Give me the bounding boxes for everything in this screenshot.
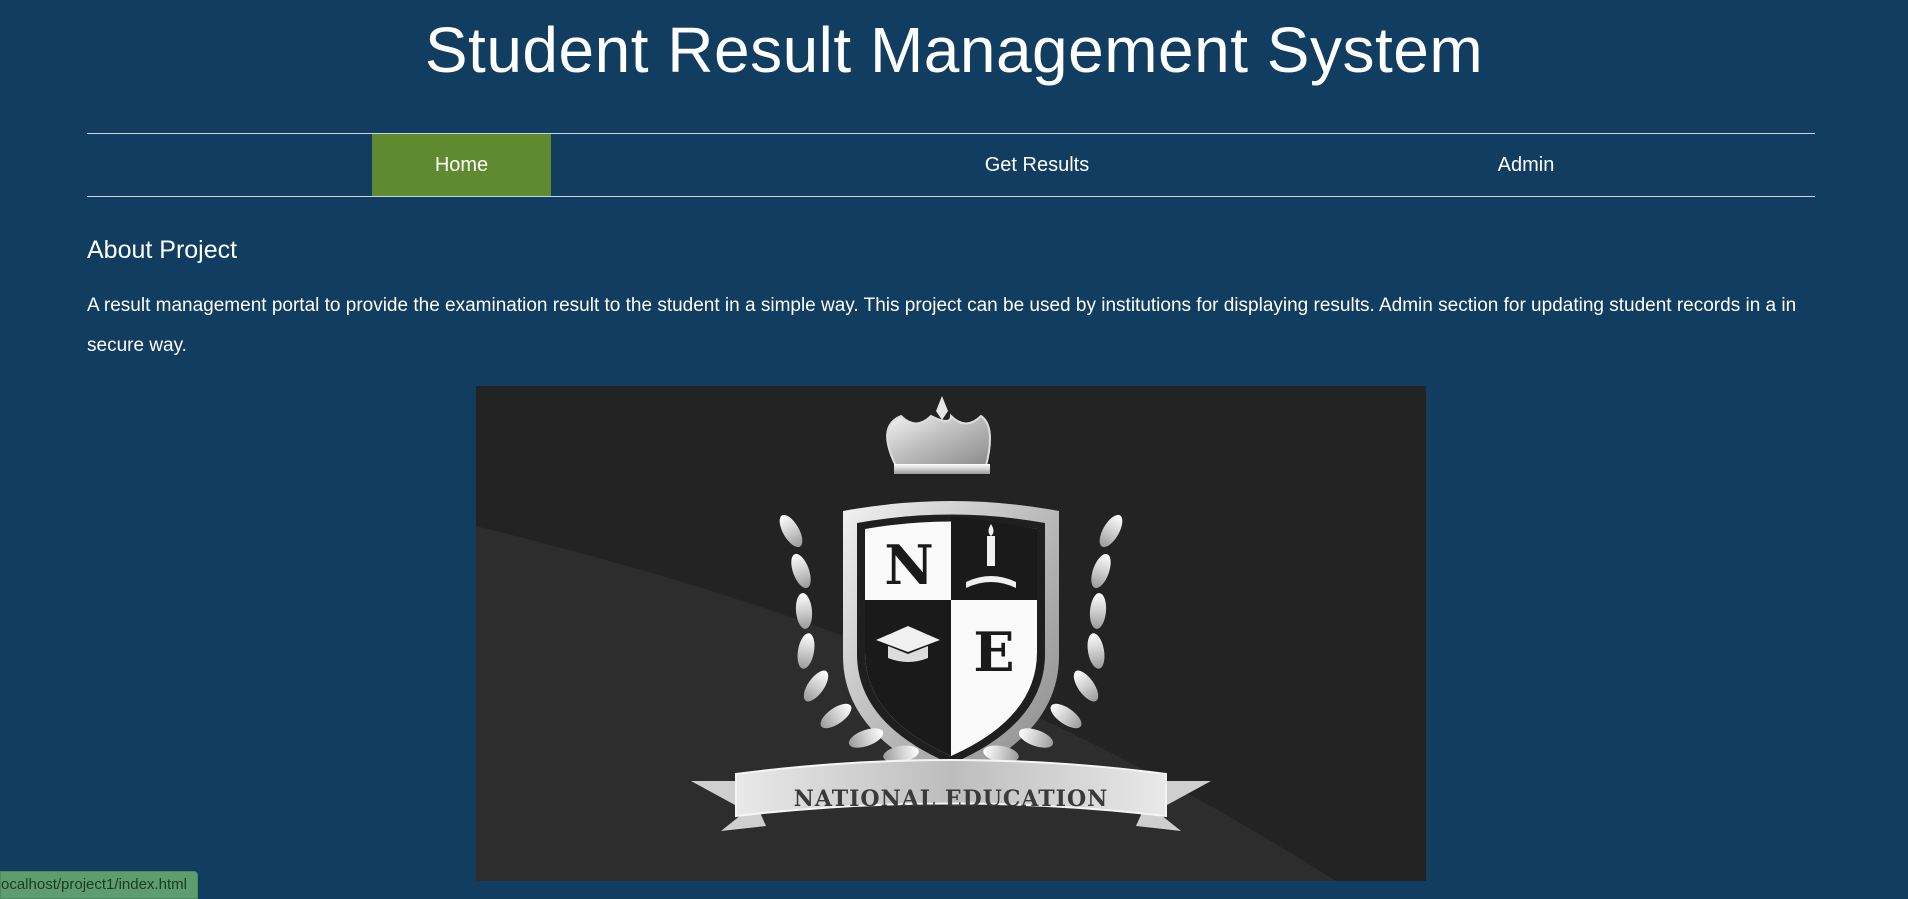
page-title: Student Result Management System <box>424 14 1484 86</box>
nav-admin[interactable]: Admin <box>1376 134 1676 196</box>
logo-banner-text: NATIONAL EDUCATION <box>794 786 1108 812</box>
nav-home[interactable]: Home <box>372 134 551 196</box>
about-heading: About Project <box>87 236 238 264</box>
nav-get-results[interactable]: Get Results <box>887 134 1187 196</box>
logo-letter-n: N <box>884 533 933 597</box>
school-logo: N E NATIONAL EDUCATION <box>476 396 1336 881</box>
crown-icon <box>886 396 991 474</box>
status-bar-url: ocalhost/project1/index.html <box>0 871 198 899</box>
logo-letter-e: E <box>973 620 1014 684</box>
about-text: A result management portal to provide th… <box>87 295 1797 356</box>
main-nav: Home Get Results Admin <box>87 133 1815 197</box>
school-logo-image: N E NATIONAL EDUCATION <box>476 386 1426 881</box>
